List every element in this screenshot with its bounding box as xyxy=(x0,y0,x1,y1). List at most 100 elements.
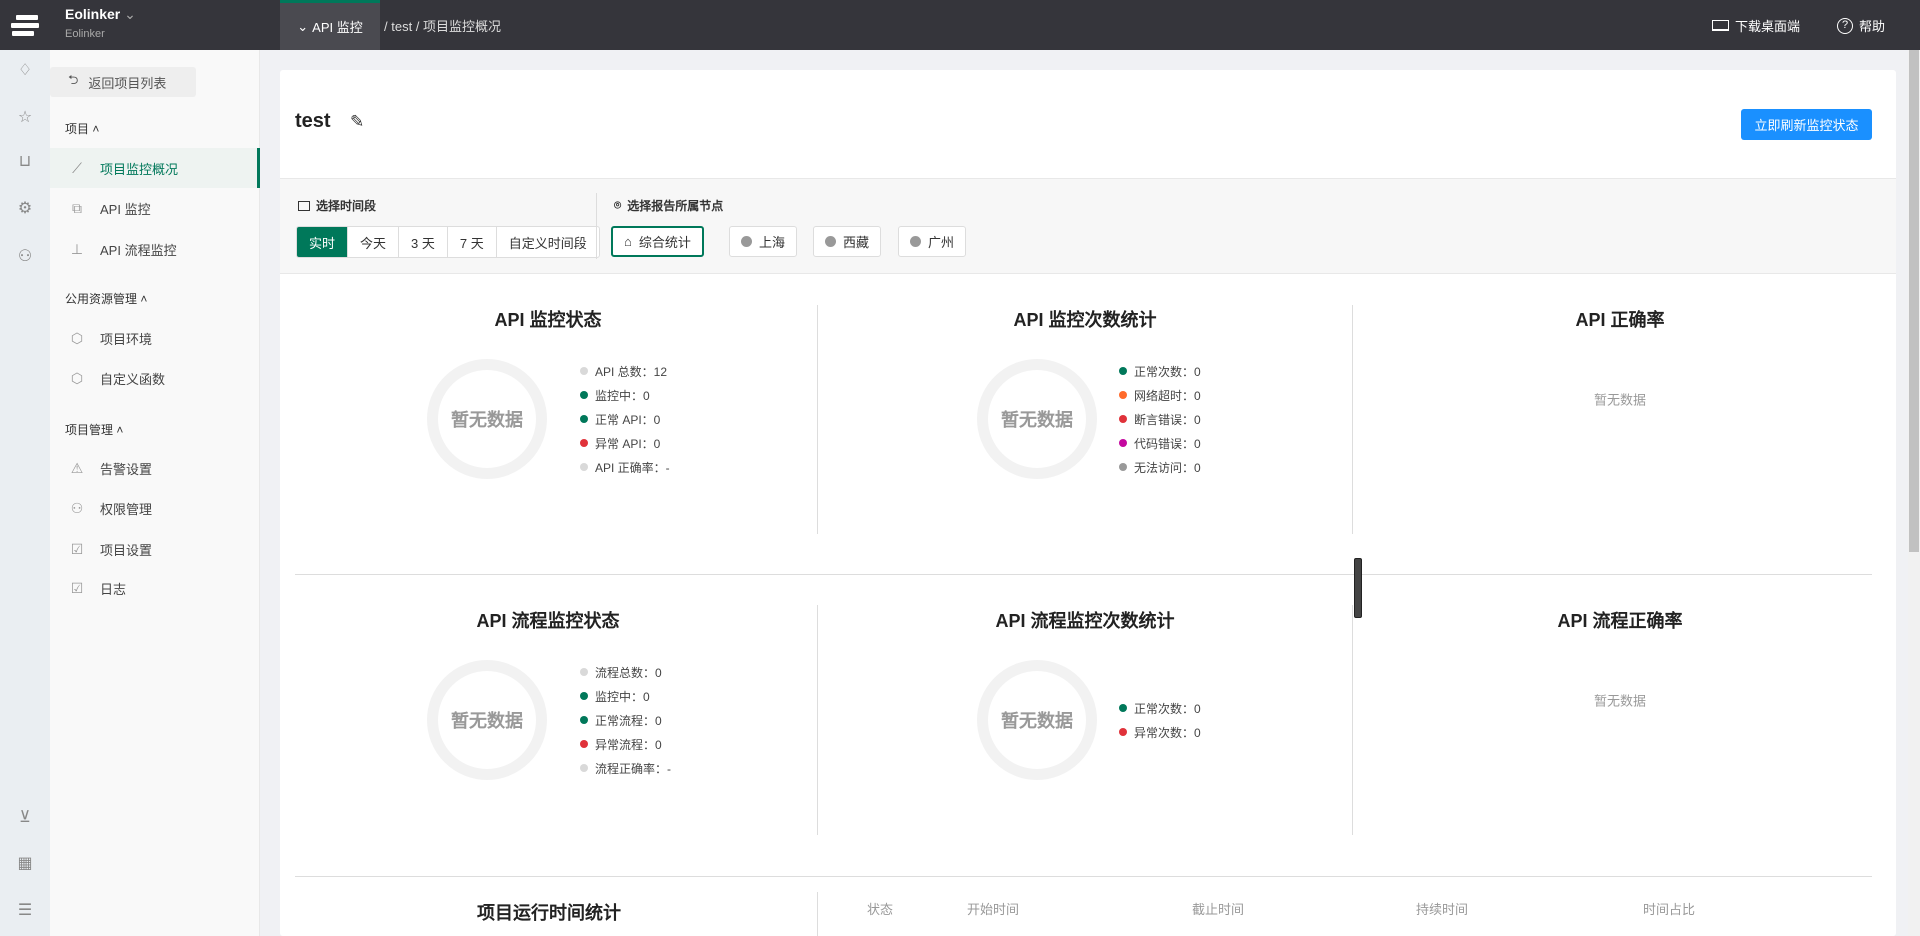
filter-bar: 选择时间段 实时 今天 3 天 7 天 自定义时间段 ⌾ 选择报告所属节点 ⌂ 综合… xyxy=(280,178,1896,274)
workspace-switcher[interactable]: Eolinker ⌄ xyxy=(65,6,136,23)
legend-item: 流程总数：0 xyxy=(580,660,671,684)
legend-flow-status: 流程总数：0 监控中：0 正常流程：0 异常流程：0 流程正确率：- xyxy=(580,660,671,780)
legend-item: 正常次数：0 xyxy=(1119,359,1201,383)
eolinker-logo[interactable] xyxy=(0,0,50,50)
legend-label: 网络超时：0 xyxy=(1134,388,1201,403)
sidebar: ⮌ 返回项目列表 项目 ˄ ⟋ 项目监控概况 ⧉ API 监控 ⊥ API 流程监控 公… xyxy=(50,50,260,936)
scrollbar-thumb[interactable] xyxy=(1909,50,1919,552)
node-all[interactable]: ⌂ 综合统计 xyxy=(611,226,704,257)
legend-item: 异常流程：0 xyxy=(580,732,671,756)
legend-label: 正常 API：0 xyxy=(595,412,661,427)
legend-item: API 总数：12 xyxy=(580,359,670,383)
module-switcher[interactable]: ⌄ API 监控 xyxy=(280,0,380,50)
back-to-projects-button[interactable]: ⮌ 返回项目列表 xyxy=(50,67,196,97)
sidebar-item-logs[interactable]: ☑ 日志 xyxy=(50,568,260,608)
col-header-ratio: 时间占比 xyxy=(1642,902,1696,917)
chevron-down-icon: ⌄ xyxy=(124,6,136,22)
donut-api-count: 暂无数据 xyxy=(977,359,1097,479)
legend-dot xyxy=(1119,728,1127,736)
row-divider xyxy=(295,876,1872,877)
legend-dot xyxy=(580,764,588,772)
legend-flow-count: 正常次数：0 异常次数：0 xyxy=(1119,696,1201,744)
sidebar-item-flow-monitor[interactable]: ⊥ API 流程监控 xyxy=(50,229,260,269)
collapse-down-icon[interactable]: ⊻ xyxy=(15,808,35,828)
node-label: ⌾ 选择报告所属节点 xyxy=(614,198,724,213)
legend-label: 流程正确率：- xyxy=(595,761,671,776)
legend-label: 正常次数：0 xyxy=(1134,701,1201,716)
download-desktop-button[interactable]: 下载桌面端 xyxy=(1712,16,1800,35)
legend-label: API 总数：12 xyxy=(595,364,668,379)
legend-item: 无法访问：0 xyxy=(1119,455,1201,479)
status-dot xyxy=(741,236,752,247)
legend-label: 断言错误：0 xyxy=(1134,412,1201,427)
top-bar: Eolinker ⌄ Eolinker ⌄ API 监控 / test / 项目监… xyxy=(0,0,1920,50)
add-user-icon[interactable]: ⚇ xyxy=(15,247,35,267)
node-guangzhou[interactable]: 广州 xyxy=(898,226,967,257)
sidebar-item-settings[interactable]: ☑ 项目设置 xyxy=(50,529,260,569)
cube-icon: ⬡ xyxy=(70,369,84,386)
divider xyxy=(596,193,597,259)
no-data-text: 暂无数据 xyxy=(1593,693,1647,709)
legend-item: 异常次数：0 xyxy=(1119,720,1201,744)
panel-title-api-count: API 监控次数统计 xyxy=(1013,310,1157,330)
sidebar-item-functions[interactable]: ⬡ 自定义函数 xyxy=(50,358,260,398)
status-dot xyxy=(825,236,836,247)
divider xyxy=(817,305,818,534)
panel-title-flow-count: API 流程监控次数统计 xyxy=(995,611,1175,631)
sidebar-item-api-monitor[interactable]: ⧉ API 监控 xyxy=(50,188,260,228)
panel-title-api-status: API 监控状态 xyxy=(494,310,602,330)
shirt-icon[interactable]: ⊔ xyxy=(15,152,35,172)
legend-dot xyxy=(1119,391,1127,399)
legend-api-count: 正常次数：0 网络超时：0 断言错误：0 代码错误：0 无法访问：0 xyxy=(1119,359,1201,479)
panel-title-flow-status: API 流程监控状态 xyxy=(476,611,620,631)
floating-handle[interactable] xyxy=(1354,558,1362,618)
panel-title-runtime: 项目运行时间统计 xyxy=(477,903,621,923)
legend-dot xyxy=(580,415,588,423)
legend-label: 无法访问：0 xyxy=(1134,460,1201,475)
keyboard-icon[interactable]: ▦ xyxy=(15,854,35,874)
edit-pencil-icon[interactable]: ✎ xyxy=(350,112,364,132)
menu-icon[interactable]: ☰ xyxy=(15,901,35,921)
section-project-management[interactable]: 项目管理 ˄ xyxy=(65,421,123,438)
legend-dot xyxy=(1119,439,1127,447)
time-option-3days[interactable]: 3 天 xyxy=(398,227,447,257)
help-button[interactable]: ? 帮助 xyxy=(1837,16,1885,35)
time-option-7days[interactable]: 7 天 xyxy=(446,227,496,257)
sidebar-item-alerts[interactable]: ⚠ 告警设置 xyxy=(50,448,260,488)
node-shanghai[interactable]: 上海 xyxy=(729,226,798,257)
legend-label: 监控中：0 xyxy=(595,689,650,704)
workspace-subtitle: Eolinker xyxy=(65,28,105,40)
chart-line-icon: ⟋ xyxy=(72,159,82,176)
legend-dot xyxy=(1119,367,1127,375)
sidebar-item-permissions[interactable]: ⚇ 权限管理 xyxy=(50,488,260,528)
legend-item: 正常次数：0 xyxy=(1119,696,1201,720)
legend-item: 异常 API：0 xyxy=(580,431,670,455)
chevron-down-icon: ⌄ xyxy=(297,18,309,34)
bell-icon[interactable]: ♢ xyxy=(15,61,35,81)
section-project[interactable]: 项目 ˄ xyxy=(65,120,99,137)
gear-icon[interactable]: ⚙ xyxy=(15,199,35,219)
sidebar-item-overview[interactable]: ⟋ 项目监控概况 xyxy=(50,148,260,188)
time-option-custom[interactable]: 自定义时间段 xyxy=(495,227,599,257)
time-range-label: 选择时间段 xyxy=(298,197,376,214)
warning-icon: ⚠ xyxy=(70,459,84,476)
home-icon: ⌂ xyxy=(624,234,632,249)
refresh-status-button[interactable]: 立即刷新监控状态 xyxy=(1741,109,1872,140)
no-data-text: 暂无数据 xyxy=(1593,392,1647,408)
star-icon[interactable]: ☆ xyxy=(15,108,35,128)
page-title: test xyxy=(295,110,331,132)
panel-title-flow-rate: API 流程正确率 xyxy=(1557,611,1683,631)
calendar-icon xyxy=(298,200,310,211)
col-header-status: 状态 xyxy=(866,902,894,917)
legend-label: 异常 API：0 xyxy=(595,436,661,451)
time-option-realtime[interactable]: 实时 xyxy=(297,227,348,257)
sidebar-item-environment[interactable]: ⬡ 项目环境 xyxy=(50,318,260,358)
legend-item: 正常流程：0 xyxy=(580,708,671,732)
section-public-resources[interactable]: 公用资源管理 ˄ xyxy=(65,290,147,307)
node-tibet[interactable]: 西藏 xyxy=(813,226,882,257)
time-option-today[interactable]: 今天 xyxy=(347,227,398,257)
legend-label: 监控中：0 xyxy=(595,388,650,403)
donut-flow-status: 暂无数据 xyxy=(427,660,547,780)
location-pin-icon: ⌾ xyxy=(614,198,622,212)
legend-item: 监控中：0 xyxy=(580,684,671,708)
